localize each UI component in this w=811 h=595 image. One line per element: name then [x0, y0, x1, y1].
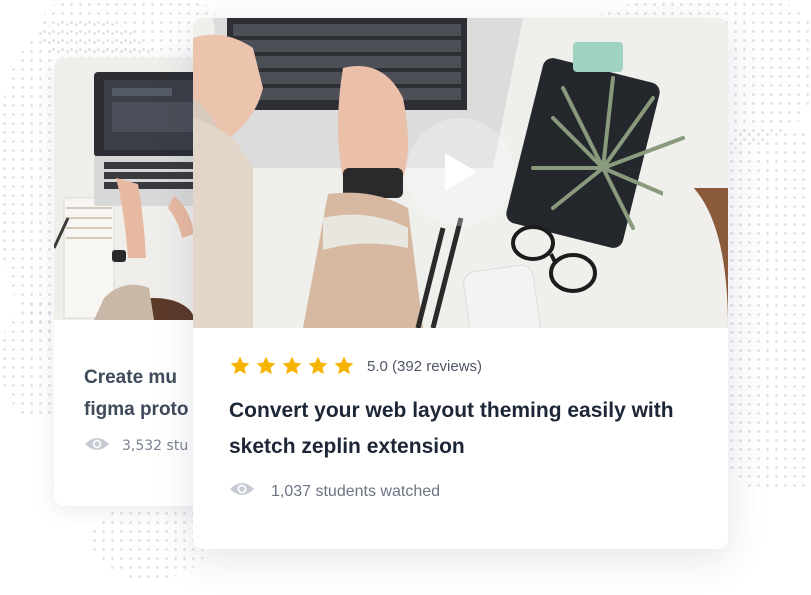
star-icon — [281, 355, 303, 377]
students-count: 1,037 students watched — [229, 481, 699, 502]
play-video-button[interactable] — [406, 118, 514, 226]
students-count-label: 3,532 stu — [122, 438, 189, 454]
star-icon — [333, 355, 355, 377]
eye-icon — [84, 436, 110, 456]
course-title[interactable]: Convert your web layout theming easily w… — [229, 393, 699, 465]
play-icon — [445, 153, 477, 191]
dotted-map-background — [90, 500, 210, 580]
course-cards-showcase: Create mu figma proto 3,532 stu 5.0 (392… — [0, 0, 811, 595]
rating-row: 5.0 (392 reviews) — [229, 355, 699, 377]
rating-text: 5.0 (392 reviews) — [367, 357, 483, 375]
eye-icon — [229, 481, 255, 502]
star-icon — [229, 355, 251, 377]
course-video-thumbnail[interactable] — [193, 18, 728, 328]
course-card-featured-body: 5.0 (392 reviews) Convert your web layou… — [229, 355, 699, 502]
students-count-label: 1,037 students watched — [271, 482, 441, 500]
course-card-featured[interactable]: 5.0 (392 reviews) Convert your web layou… — [193, 18, 728, 549]
star-icon — [307, 355, 329, 377]
star-icon — [255, 355, 277, 377]
